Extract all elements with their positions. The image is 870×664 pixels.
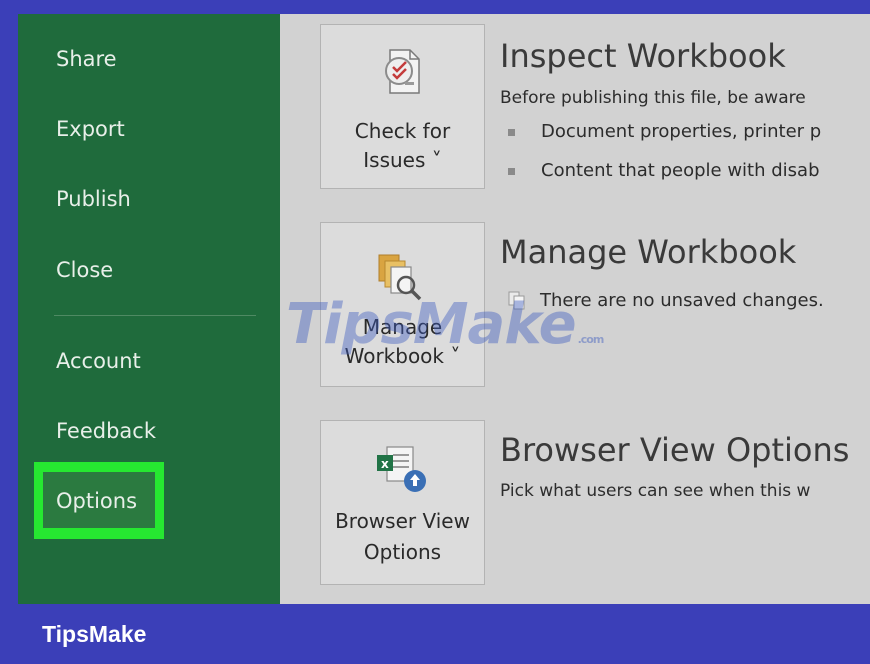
sidebar-item-publish[interactable]: Publish: [56, 186, 131, 212]
check-for-issues-label-line2: Issues ˅: [363, 148, 442, 172]
browser-view-label-line1: Browser View: [335, 509, 470, 533]
svg-text:x: x: [381, 457, 389, 471]
check-for-issues-button[interactable]: Check for Issues ˅: [320, 24, 485, 189]
inspect-workbook-description: Before publishing this file, be aware: [500, 88, 806, 108]
footer-bar: TipsMake: [0, 604, 870, 664]
sidebar-item-close[interactable]: Close: [56, 257, 113, 283]
inspect-bullet-2-text: Content that people with disab: [541, 160, 820, 181]
browser-view-options-title: Browser View Options: [500, 431, 850, 469]
bullet-icon: [508, 167, 515, 175]
inspect-bullet-1: Document properties, printer p: [508, 120, 821, 144]
browser-view-label-line2: Options: [363, 540, 442, 564]
inspect-bullet-1-text: Document properties, printer p: [541, 121, 822, 142]
watermark-text: TipsMake: [286, 292, 577, 357]
backstage-sidebar: Share Export Publish Close Account Feedb…: [18, 14, 280, 604]
bullet-icon: [508, 128, 515, 136]
footer-brand: TipsMake: [42, 621, 147, 647]
inspect-bullet-2: Content that people with disab: [508, 159, 820, 183]
inspect-document-icon: [385, 49, 420, 94]
sidebar-item-options[interactable]: Options: [56, 488, 137, 514]
sidebar-item-share[interactable]: Share: [56, 46, 117, 72]
sidebar-divider: [54, 315, 256, 316]
sidebar-item-feedback[interactable]: Feedback: [56, 418, 156, 444]
browser-view-options-description: Pick what users can see when this w: [500, 481, 811, 501]
browser-view-icon: x: [377, 446, 426, 492]
sidebar-item-export[interactable]: Export: [56, 116, 125, 142]
sidebar-item-account[interactable]: Account: [56, 348, 141, 374]
check-for-issues-label-line1: Check for: [354, 119, 451, 143]
browser-view-options-button[interactable]: x Browser View Options: [320, 420, 485, 585]
watermark-suffix: .com: [577, 333, 605, 346]
inspect-workbook-title: Inspect Workbook: [500, 37, 786, 75]
manage-workbook-title: Manage Workbook: [500, 233, 797, 271]
watermark: TipsMake .com: [286, 292, 605, 357]
